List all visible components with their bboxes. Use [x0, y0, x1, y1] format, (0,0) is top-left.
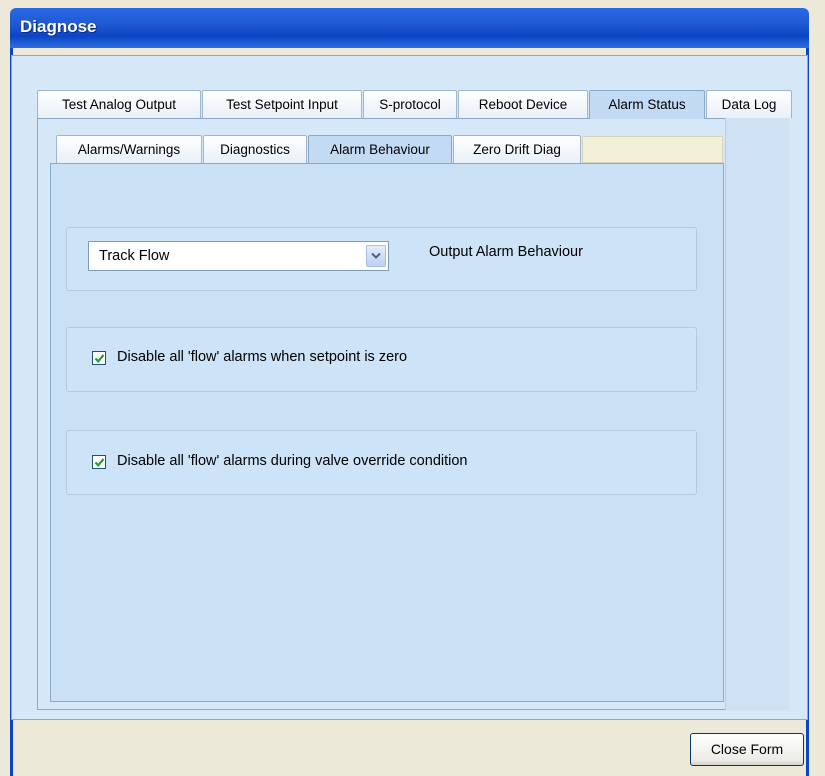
chevron-down-icon	[371, 252, 381, 259]
close-form-button[interactable]: Close Form	[690, 733, 804, 766]
checkmark-icon	[94, 458, 105, 467]
tab-alarms-warnings[interactable]: Alarms/Warnings	[56, 135, 202, 163]
tab-alarm-behaviour[interactable]: Alarm Behaviour	[308, 135, 452, 163]
tab-diagnostics[interactable]: Diagnostics	[203, 135, 307, 163]
output-alarm-behaviour-label: Output Alarm Behaviour	[429, 244, 583, 260]
diagnose-window: Diagnose Test Analog Output Test Setpoin…	[0, 0, 825, 776]
tab-alarm-status[interactable]: Alarm Status	[589, 90, 705, 119]
output-alarm-behaviour-select[interactable]: Track Flow	[88, 241, 389, 271]
tab-zero-drift-diag[interactable]: Zero Drift Diag	[453, 135, 581, 163]
disable-valve-override-label: Disable all 'flow' alarms during valve o…	[117, 453, 468, 469]
tab-s-protocol[interactable]: S-protocol	[363, 90, 457, 118]
tab-data-log[interactable]: Data Log	[706, 90, 792, 118]
disable-setpoint-zero-label: Disable all 'flow' alarms when setpoint …	[117, 349, 408, 365]
dropdown-button[interactable]	[366, 245, 386, 267]
select-value: Track Flow	[99, 248, 170, 264]
tab-test-setpoint-input[interactable]: Test Setpoint Input	[202, 90, 362, 118]
checkmark-icon	[94, 354, 105, 363]
outer-panel-strip	[725, 118, 789, 710]
window-title: Diagnose	[20, 17, 97, 36]
tab-test-analog-output[interactable]: Test Analog Output	[37, 90, 201, 118]
tab-strip-filler	[582, 136, 723, 163]
disable-valve-override-checkbox[interactable]	[92, 455, 106, 469]
tab-reboot-device[interactable]: Reboot Device	[458, 90, 588, 118]
disable-setpoint-zero-checkbox[interactable]	[92, 351, 106, 365]
title-bar[interactable]: Diagnose	[10, 8, 809, 48]
